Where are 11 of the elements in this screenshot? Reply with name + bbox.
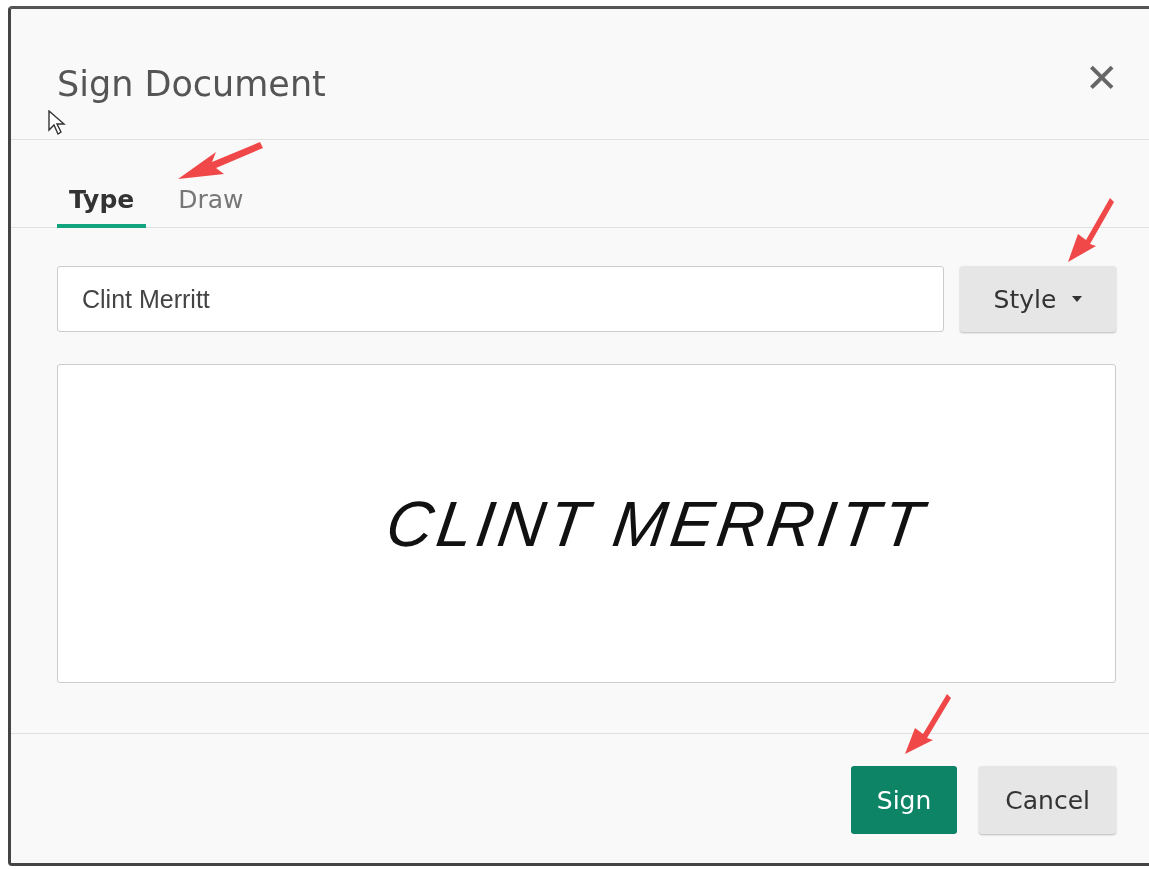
cancel-button[interactable]: Cancel	[979, 766, 1116, 834]
sign-button[interactable]: Sign	[850, 766, 958, 834]
caret-icon	[1072, 296, 1083, 302]
signature-text: CLINT MERRITT	[380, 486, 932, 561]
tab[interactable]: Type	[57, 185, 147, 228]
style-dropdown-button[interactable]: Style	[960, 266, 1116, 332]
dialog-title: Sign Document	[57, 64, 326, 104]
close-button[interactable]: ✕	[1085, 55, 1119, 101]
name-input-field[interactable]: Clint Merritt	[57, 266, 944, 332]
mouse-cursor-icon	[48, 110, 68, 136]
tab[interactable]: Draw	[166, 185, 256, 228]
